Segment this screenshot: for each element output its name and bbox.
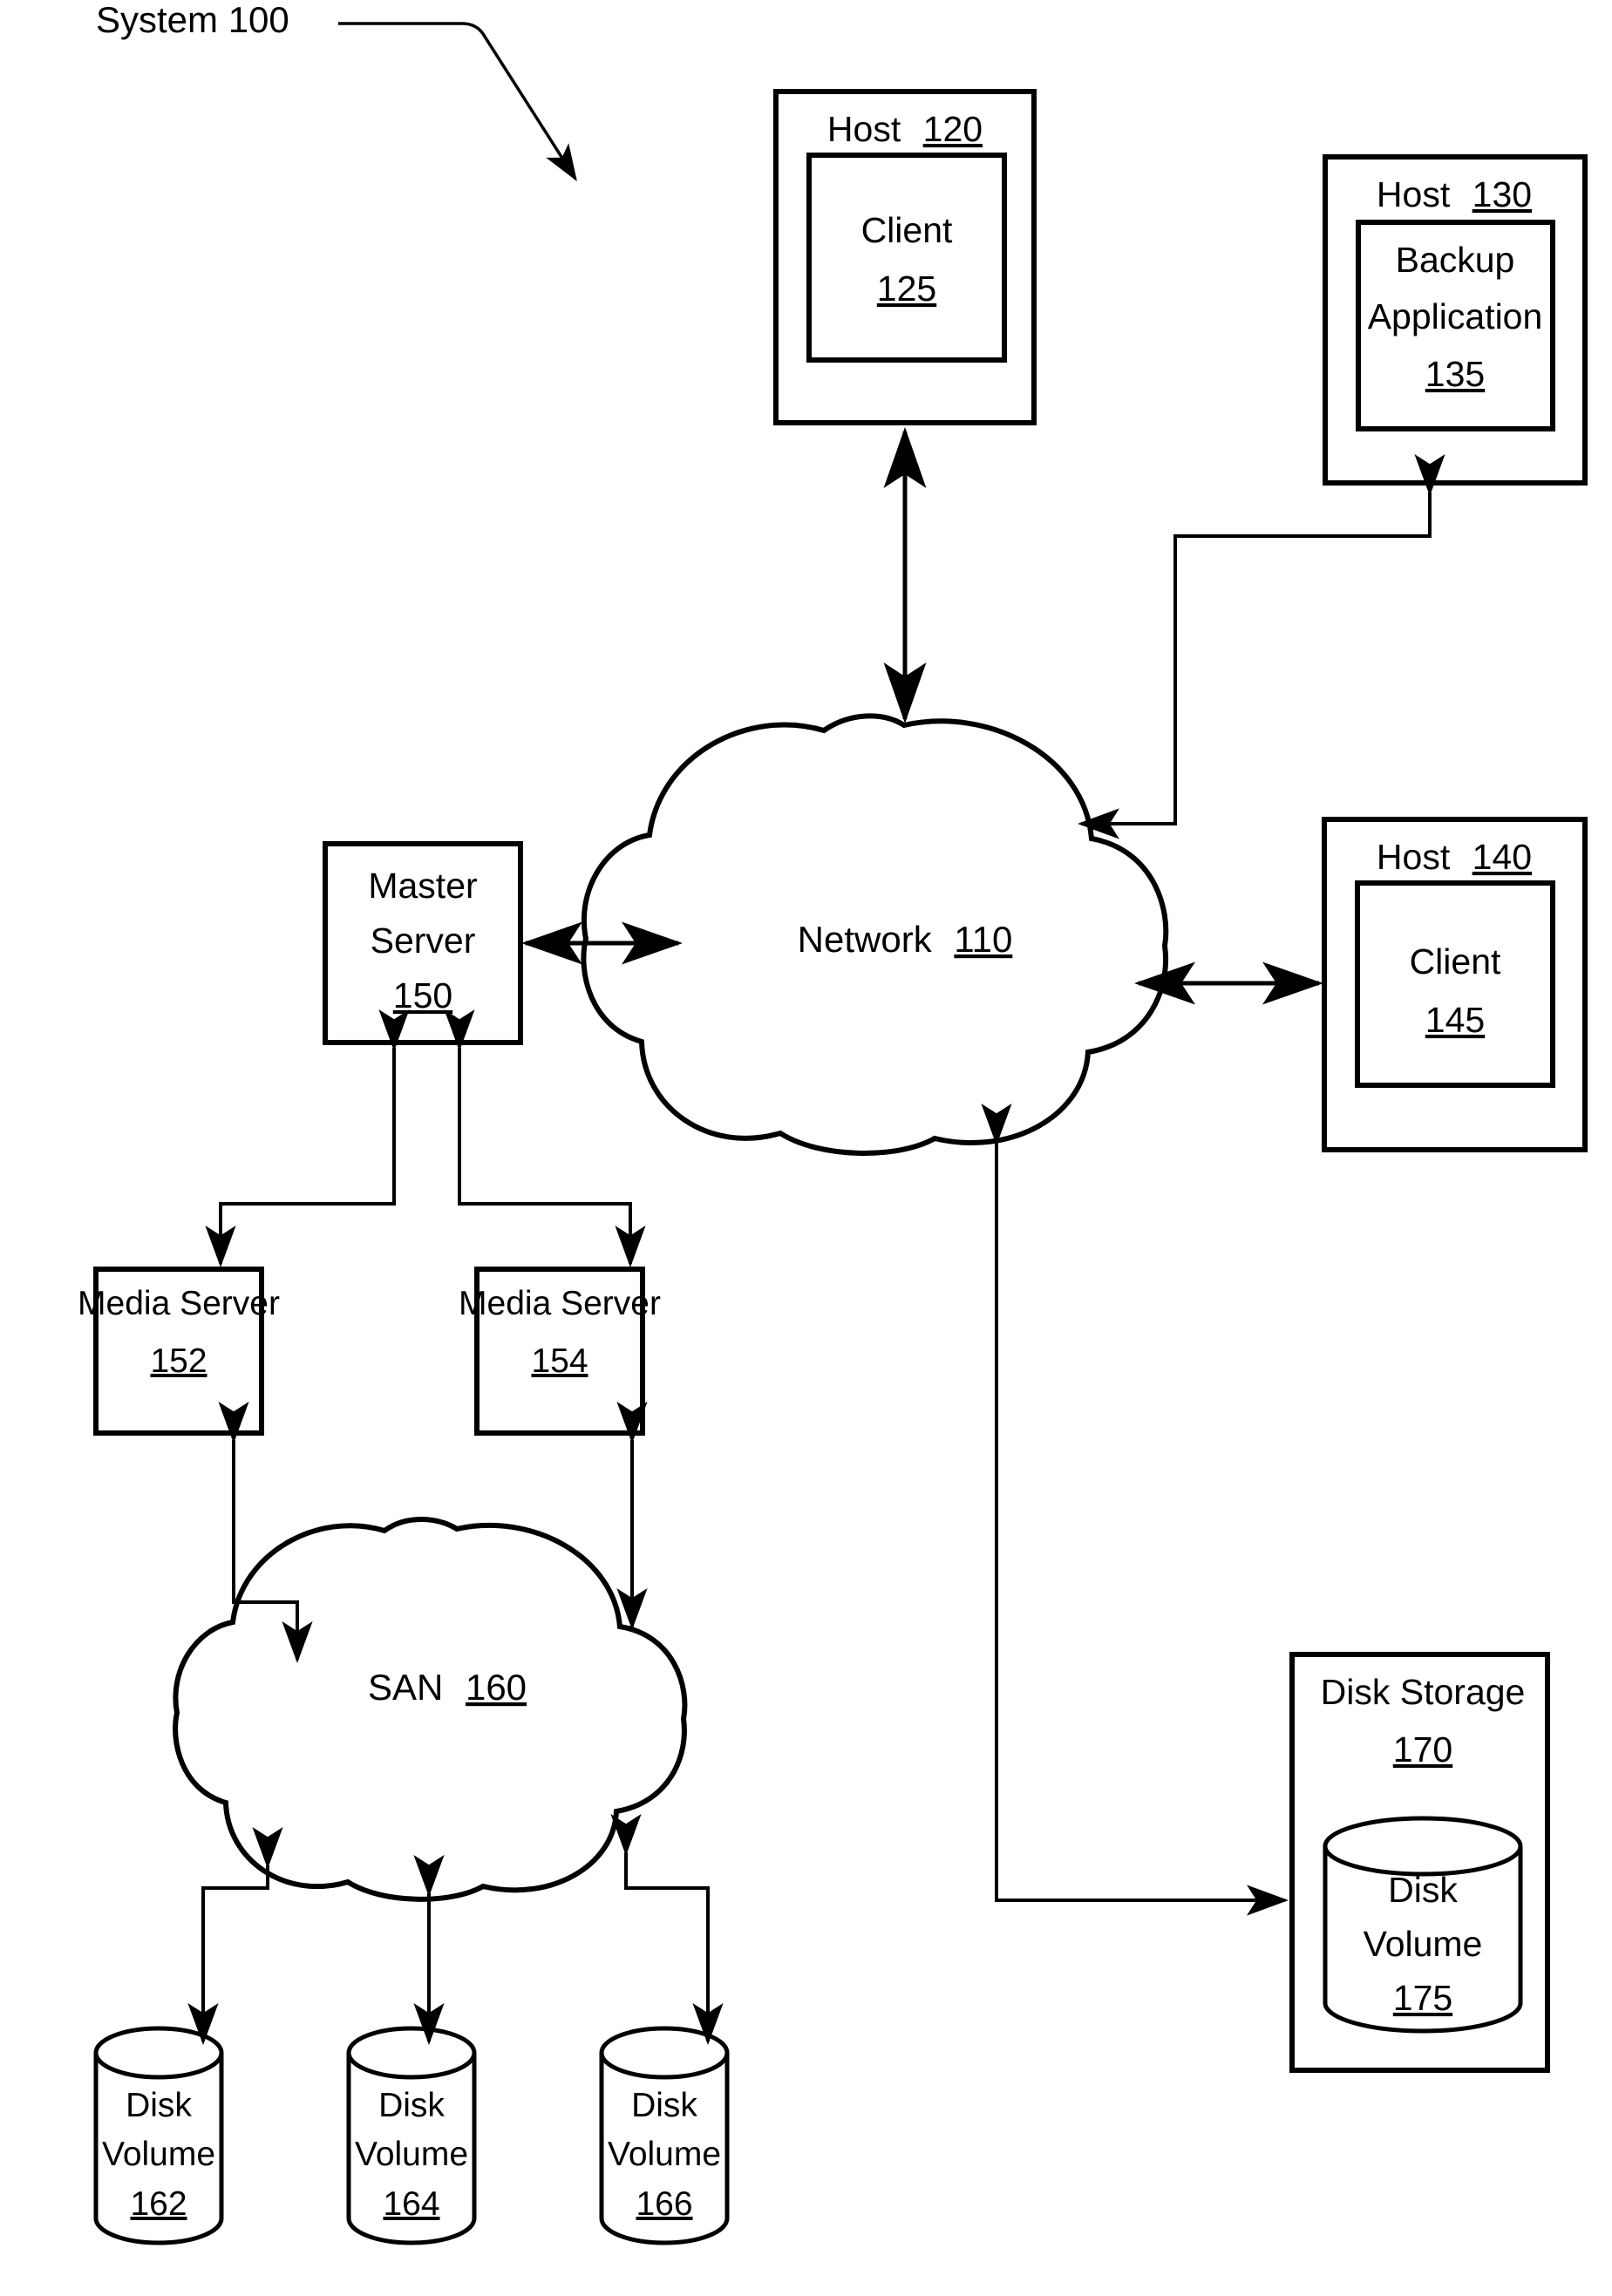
host-130-label-text: Host (1377, 174, 1451, 214)
connector-masterserver-media152 (205, 1009, 410, 1267)
host-140-label-text: Host (1377, 837, 1451, 877)
disk-volume-166-ref: 166 (636, 2185, 692, 2223)
connector-network-diskstorage170 (981, 1104, 1289, 1916)
network-110-label-text: Network (798, 919, 933, 960)
master-server-150-line2: Server (371, 920, 476, 961)
master-server-150-line1: Master (368, 866, 477, 906)
media-server-152-label: Media Server (78, 1285, 280, 1322)
system-leader-line (338, 22, 577, 181)
backup-application-135-line2: Application (1368, 296, 1543, 336)
client-145-ref: 145 (1425, 1000, 1485, 1040)
diagram-svg: System 100 Host 120 Client 125 Host 130 … (78, 0, 1588, 2245)
disk-storage-170-ref: 170 (1393, 1729, 1452, 1770)
disk-volume-164-ref: 164 (383, 2185, 439, 2223)
host-120-label: Host 120 (827, 109, 983, 149)
host-130-ref: 130 (1473, 174, 1532, 214)
network-110-ref: 110 (954, 919, 1012, 960)
disk-volume-175-line2: Volume (1364, 1924, 1483, 1964)
connector-masterserver-media154 (444, 1009, 646, 1267)
disk-volume-162-ref: 162 (130, 2185, 187, 2223)
disk-volume-175-ref: 175 (1393, 1978, 1452, 2018)
san-160-ref: 160 (466, 1667, 527, 1708)
disk-volume-166-line1: Disk (631, 2087, 697, 2124)
connector-san-disk162 (187, 1827, 283, 2045)
host-140-label: Host 140 (1377, 837, 1532, 877)
host-120-ref: 120 (923, 109, 983, 149)
disk-volume-175-line1: Disk (1388, 1870, 1458, 1910)
patent-figure-canvas: System 100 Host 120 Client 125 Host 130 … (0, 0, 1612, 2296)
client-125-label-line1: Client (861, 210, 953, 250)
client-145-label: Client (1410, 941, 1501, 982)
san-160-label: SAN 160 (368, 1667, 527, 1708)
host-140-ref: 140 (1473, 837, 1532, 877)
disk-volume-164-line1: Disk (378, 2087, 445, 2124)
disk-volume-175-cylinder-top (1323, 1816, 1523, 1877)
san-cloud-shape (173, 1517, 688, 1902)
backup-application-135-line1: Backup (1396, 240, 1515, 280)
system-title-label: System 100 (96, 0, 289, 40)
disk-volume-162-line2: Volume (102, 2136, 215, 2173)
network-110-label: Network 110 (798, 919, 1013, 960)
media-server-152-ref: 152 (150, 1342, 207, 1380)
client-145-box (1355, 880, 1555, 1088)
client-125-ref: 125 (877, 268, 936, 309)
media-server-154-label: Media Server (459, 1285, 661, 1322)
media-server-154-ref: 154 (531, 1342, 588, 1380)
san-160-cloud[interactable] (173, 1517, 688, 1902)
host-120-label-text: Host (827, 109, 901, 149)
connector-host130-network (1078, 454, 1445, 839)
client-125-box (806, 153, 1007, 363)
backup-application-135-ref: 135 (1425, 354, 1485, 394)
disk-volume-166-line2: Volume (608, 2136, 721, 2173)
disk-storage-170-line1: Disk Storage (1321, 1672, 1526, 1712)
connector-san-disk166 (610, 1814, 724, 2045)
san-160-label-text: SAN (368, 1667, 443, 1708)
host-130-label: Host 130 (1377, 174, 1532, 214)
master-server-150-ref: 150 (393, 975, 452, 1016)
disk-volume-162-line1: Disk (126, 2087, 192, 2124)
disk-volume-164-cylinder-top (346, 2026, 477, 2080)
disk-volume-164-line2: Volume (355, 2136, 468, 2173)
